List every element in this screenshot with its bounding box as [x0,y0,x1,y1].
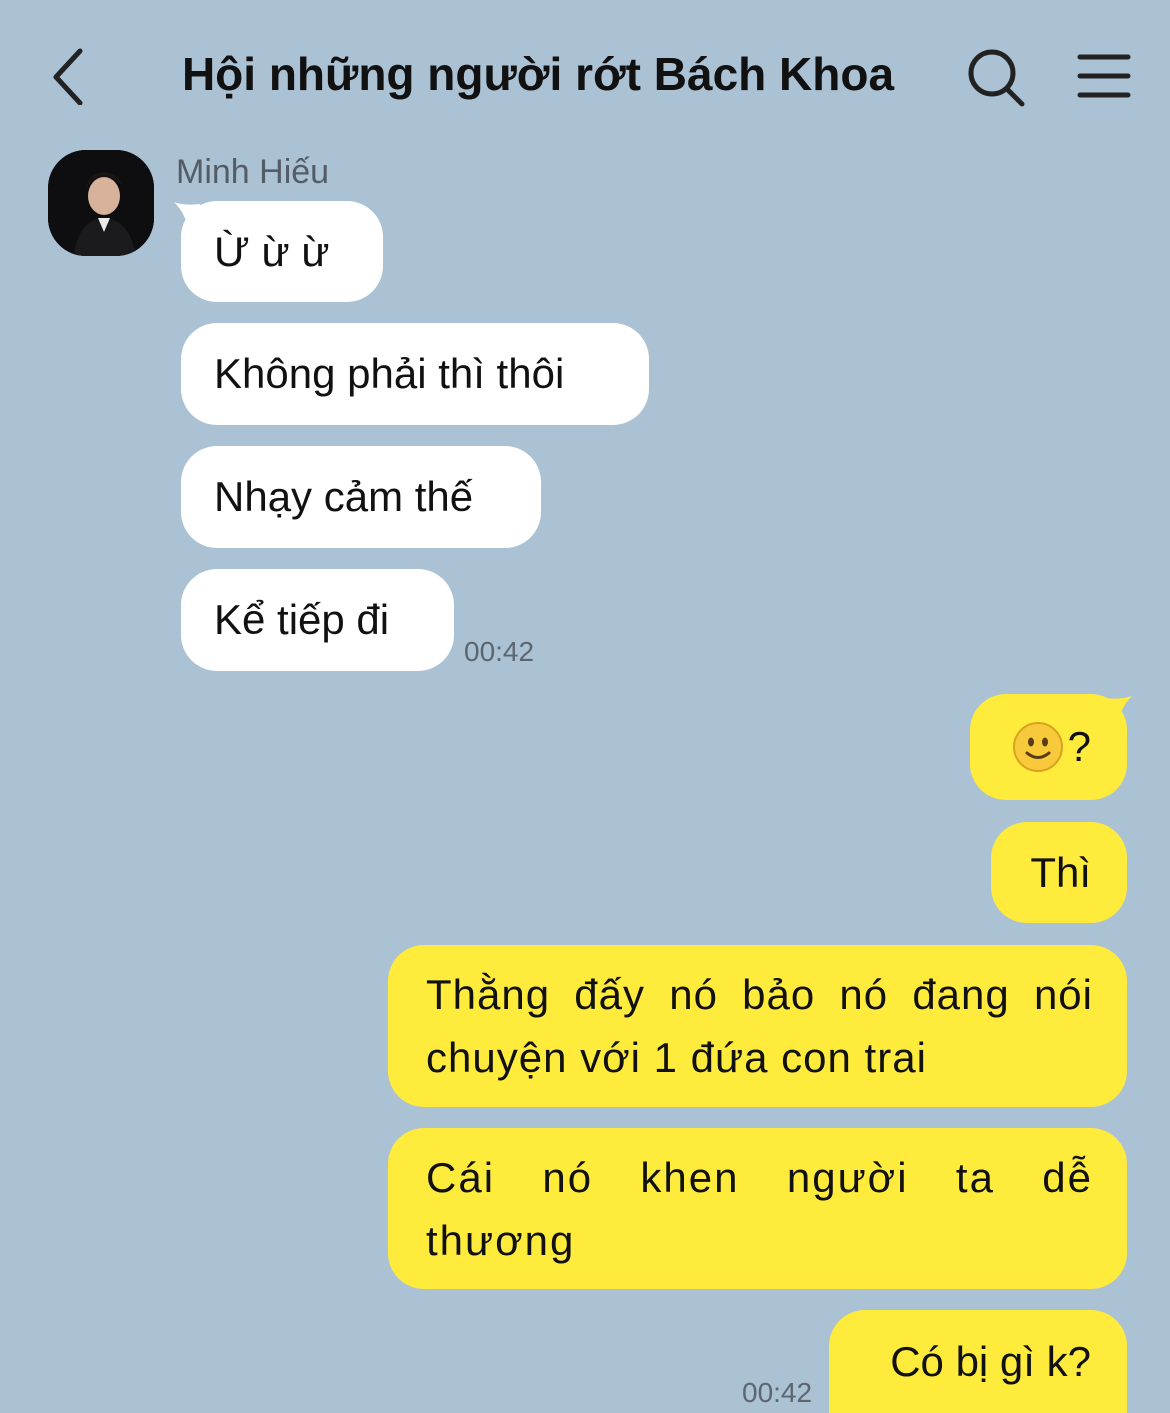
search-icon [968,49,1025,107]
incoming-timestamp: 00:42 [464,636,535,667]
incoming-message[interactable]: Nhạy cảm thế [181,446,541,548]
sender-avatar[interactable] [48,150,154,256]
back-button[interactable] [38,40,98,110]
incoming-message[interactable]: Kể tiếp đi [181,569,454,671]
chat-header: Hội những người rớt Bách Khoa [0,0,1170,150]
outgoing-message[interactable]: Cái nó khen người ta dễ thương [388,1128,1127,1289]
search-button[interactable] [962,44,1032,108]
outgoing-message[interactable]: Có bị gì k? [829,1310,1127,1413]
outgoing-message[interactable]: Thì [991,822,1127,923]
outgoing-message[interactable]: ? [970,694,1127,800]
slightly-smiling-face-icon [1012,722,1063,772]
chat-title: Hội những người rớt Bách Khoa [181,48,895,100]
incoming-message[interactable]: Không phải thì thôi [181,323,649,425]
incoming-message[interactable]: Ừ ừ ừ [181,201,383,302]
outgoing-timestamp: 00:42 [742,1377,813,1408]
sender-name: Minh Hiếu [176,153,330,191]
hamburger-menu-icon [1077,54,1131,98]
chevron-left-icon [53,48,83,105]
menu-button[interactable] [1070,44,1138,108]
outgoing-message[interactable]: Thằng đấy nó bảo nó đang nói chuyện với … [388,945,1127,1107]
